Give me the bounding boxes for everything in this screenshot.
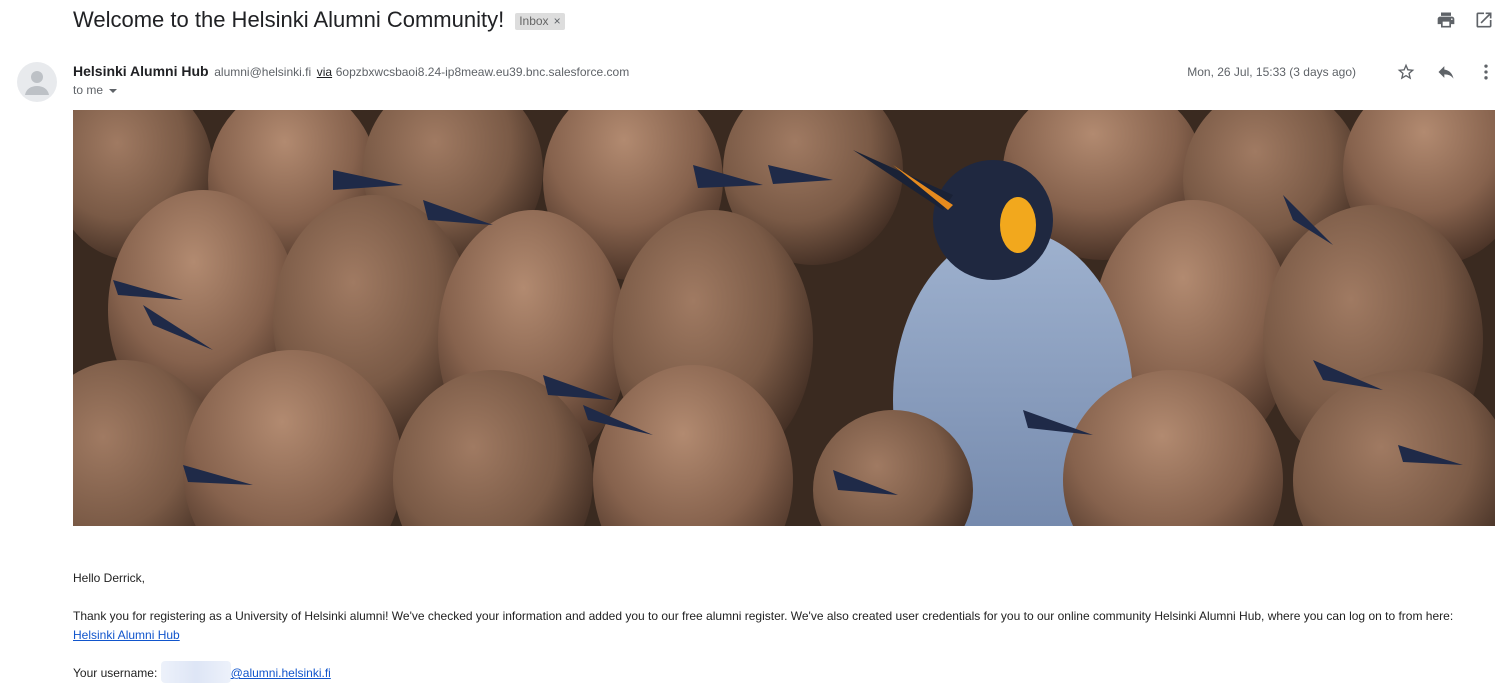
- username-line: Your username: @alumni.helsinki.fi: [73, 660, 1498, 683]
- more-vertical-icon[interactable]: [1476, 62, 1496, 82]
- via-link[interactable]: via: [317, 65, 332, 79]
- default-avatar-icon: [17, 62, 57, 102]
- body-paragraph: Thank you for registering as a Universit…: [73, 607, 1498, 645]
- to-label: to me: [73, 83, 104, 97]
- redacted-username: [160, 660, 231, 683]
- via-domain: 6opzbxwcsbaoi8.24-ip8meaw.eu39.bnc.sales…: [335, 65, 630, 79]
- inbox-label-text: Inbox: [519, 13, 549, 28]
- sender-name[interactable]: Helsinki Alumni Hub: [73, 63, 209, 79]
- paragraph-text: Thank you for registering as a Universit…: [73, 609, 1454, 623]
- email-subject: Welcome to the Helsinki Alumni Community…: [73, 7, 505, 32]
- penguin-colony-banner: [73, 110, 1495, 526]
- sender-line: Helsinki Alumni Hub alumni@helsinki.fi v…: [73, 62, 629, 81]
- print-icon[interactable]: [1436, 10, 1456, 30]
- sender-email: alumni@helsinki.fi: [214, 65, 312, 79]
- username-domain-link[interactable]: @alumni.helsinki.fi: [231, 666, 331, 680]
- message-meta: Mon, 26 Jul, 15:33 (3 days ago): [1187, 62, 1496, 82]
- remove-label-icon[interactable]: ×: [554, 14, 561, 28]
- recipient-details-toggle[interactable]: to me: [73, 83, 118, 97]
- open-in-new-window-icon[interactable]: [1474, 10, 1494, 30]
- subject-actions: [1436, 10, 1494, 30]
- message-date: Mon, 26 Jul, 15:33 (3 days ago): [1187, 65, 1356, 79]
- alumni-hub-link[interactable]: Helsinki Alumni Hub: [73, 628, 180, 642]
- reply-icon[interactable]: [1436, 62, 1456, 82]
- greeting: Hello Derrick,: [73, 571, 146, 585]
- username-label: Your username:: [73, 666, 161, 680]
- chevron-down-icon: [109, 89, 118, 93]
- inbox-label-chip[interactable]: Inbox ×: [515, 12, 565, 30]
- subject-row: Welcome to the Helsinki Alumni Community…: [73, 4, 565, 36]
- star-icon[interactable]: [1396, 62, 1416, 82]
